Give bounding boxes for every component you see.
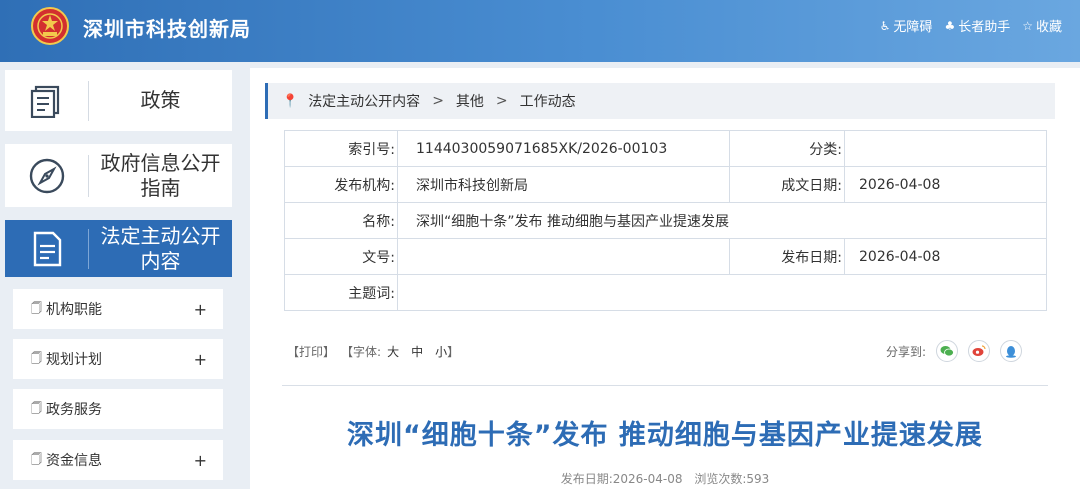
- article-meta: 发布日期:2026-04-08 浏览次数:593: [250, 470, 1080, 487]
- qq-icon: [1006, 345, 1017, 358]
- sub-item-label: 规划计划: [46, 352, 102, 368]
- document-meta-table: 索引号: 1144030059071685XK/2026-00103 分类: 发…: [284, 130, 1047, 311]
- breadcrumb-item[interactable]: 其他: [456, 91, 484, 111]
- main-content: 📍 法定主动公开内容 > 其他 > 工作动态 索引号: 114403005907…: [250, 68, 1080, 489]
- weibo-icon: [972, 345, 986, 356]
- table-row: 文号: 发布日期: 2026-04-08: [284, 238, 1047, 275]
- statutory-icon-wrap: [5, 228, 89, 269]
- font-size-prefix: 【字体:: [341, 345, 382, 359]
- sidebar-item-disclosure-guide[interactable]: 政府信息公开指南: [5, 144, 232, 207]
- font-small-button[interactable]: 小: [435, 343, 447, 360]
- share-label: 分享到:: [886, 344, 927, 359]
- national-emblem-icon: [31, 7, 69, 45]
- article-toolbar: 【打印】 【字体: 大 中 小 】: [287, 343, 459, 360]
- location-pin-icon: 📍: [282, 93, 299, 109]
- doc-no-label: 文号:: [284, 238, 398, 275]
- written-date-value: 2026-04-08: [844, 166, 1047, 203]
- breadcrumb-separator: >: [432, 93, 444, 109]
- article-title: 深圳“细胞十条”发布 推动细胞与基因产业提速发展: [347, 420, 983, 451]
- font-medium-button[interactable]: 中: [411, 343, 423, 360]
- policy-book-icon: [30, 85, 59, 118]
- sub-item-label: 机构职能: [46, 302, 102, 318]
- written-date-label: 成文日期:: [729, 166, 845, 203]
- wechat-share-button[interactable]: [936, 340, 959, 362]
- breadcrumb-item[interactable]: 工作动态: [520, 91, 576, 111]
- index-no-value: 1144030059071685XK/2026-00103: [397, 130, 730, 167]
- share-bar: 分享到:: [886, 340, 1023, 362]
- accessibility-label: 无障碍: [893, 20, 933, 35]
- publisher-value: 深圳市科技创新局: [397, 166, 730, 203]
- table-row: 名称: 深圳“细胞十条”发布 推动细胞与基因产业提速发展: [284, 202, 1047, 239]
- elder-assist-icon: ♣: [944, 18, 956, 33]
- subject-value: [397, 274, 1047, 311]
- table-row: 索引号: 1144030059071685XK/2026-00103 分类:: [284, 130, 1047, 167]
- sidebar-sub-item-planning[interactable]: 🗍 规划计划 +: [13, 339, 223, 379]
- sidebar-item-label: 法定主动公开内容: [100, 223, 221, 273]
- font-size-suffix: 】: [447, 345, 460, 359]
- weibo-share-button[interactable]: [968, 340, 991, 362]
- article-view-count: 浏览次数:593: [694, 472, 770, 486]
- favorite-label: 收藏: [1035, 20, 1062, 35]
- document-icon: [33, 231, 61, 266]
- font-large-button[interactable]: 大: [387, 343, 399, 360]
- name-label: 名称:: [284, 202, 398, 239]
- expand-icon[interactable]: +: [194, 451, 207, 470]
- doc-icon: 🗍: [31, 351, 42, 365]
- doc-icon: 🗍: [31, 401, 42, 415]
- favorite-link[interactable]: ☆ 收藏: [1022, 16, 1062, 36]
- index-no-label: 索引号:: [284, 130, 398, 167]
- article-publish-date: 发布日期:2026-04-08: [560, 472, 683, 486]
- publish-date-value: 2026-04-08: [844, 238, 1047, 275]
- elder-assist-link[interactable]: ♣ 长者助手: [944, 16, 1011, 36]
- guide-icon-wrap: [5, 154, 89, 197]
- doc-icon: 🗍: [31, 452, 42, 466]
- doc-no-value: [397, 238, 730, 275]
- table-row: 主题词:: [284, 274, 1047, 311]
- site-header: 深圳市科技创新局 ♿ 无障碍 ♣ 长者助手 ☆ 收藏: [0, 0, 1080, 62]
- qq-share-button[interactable]: [1000, 340, 1023, 362]
- sidebar-sub-item-functions[interactable]: 🗍 机构职能 +: [13, 289, 223, 329]
- expand-icon[interactable]: +: [194, 350, 207, 369]
- accessibility-icon: ♿: [879, 18, 891, 33]
- sub-item-label: 资金信息: [46, 453, 102, 469]
- doc-icon: 🗍: [31, 301, 42, 315]
- wechat-icon: [940, 346, 954, 357]
- publish-date-label: 发布日期:: [729, 238, 845, 275]
- compass-icon: [29, 158, 64, 193]
- breadcrumb: 📍 法定主动公开内容 > 其他 > 工作动态: [265, 83, 1055, 119]
- publisher-label: 发布机构:: [284, 166, 398, 203]
- sub-item-label: 政务服务: [46, 402, 102, 418]
- policy-icon-wrap: [5, 80, 89, 121]
- breadcrumb-item[interactable]: 法定主动公开内容: [308, 91, 420, 111]
- print-button[interactable]: 【打印】: [287, 343, 335, 360]
- breadcrumb-separator: >: [495, 93, 508, 109]
- category-label: 分类:: [729, 130, 845, 167]
- top-links: ♿ 无障碍 ♣ 长者助手 ☆ 收藏: [879, 16, 1062, 36]
- sidebar-sub-item-funds[interactable]: 🗍 资金信息 +: [13, 440, 223, 480]
- category-value: [844, 130, 1047, 167]
- sidebar-sub-item-services[interactable]: 🗍 政务服务: [13, 389, 223, 429]
- elder-assist-label: 长者助手: [958, 20, 1011, 35]
- accessibility-link[interactable]: ♿ 无障碍: [879, 16, 933, 36]
- sidebar-item-label: 政策: [140, 88, 181, 112]
- name-value: 深圳“细胞十条”发布 推动细胞与基因产业提速发展: [397, 202, 1047, 239]
- subject-label: 主题词:: [284, 274, 398, 311]
- sidebar-item-statutory-disclosure[interactable]: 法定主动公开内容: [5, 220, 232, 277]
- star-icon: ☆: [1022, 18, 1033, 33]
- expand-icon[interactable]: +: [194, 300, 207, 319]
- site-title[interactable]: 深圳市科技创新局: [83, 13, 251, 42]
- content-divider: [282, 385, 1048, 386]
- table-row: 发布机构: 深圳市科技创新局 成文日期: 2026-04-08: [284, 166, 1047, 203]
- sidebar-item-label: 政府信息公开指南: [100, 150, 221, 200]
- sidebar-item-policy[interactable]: 政策: [5, 70, 232, 131]
